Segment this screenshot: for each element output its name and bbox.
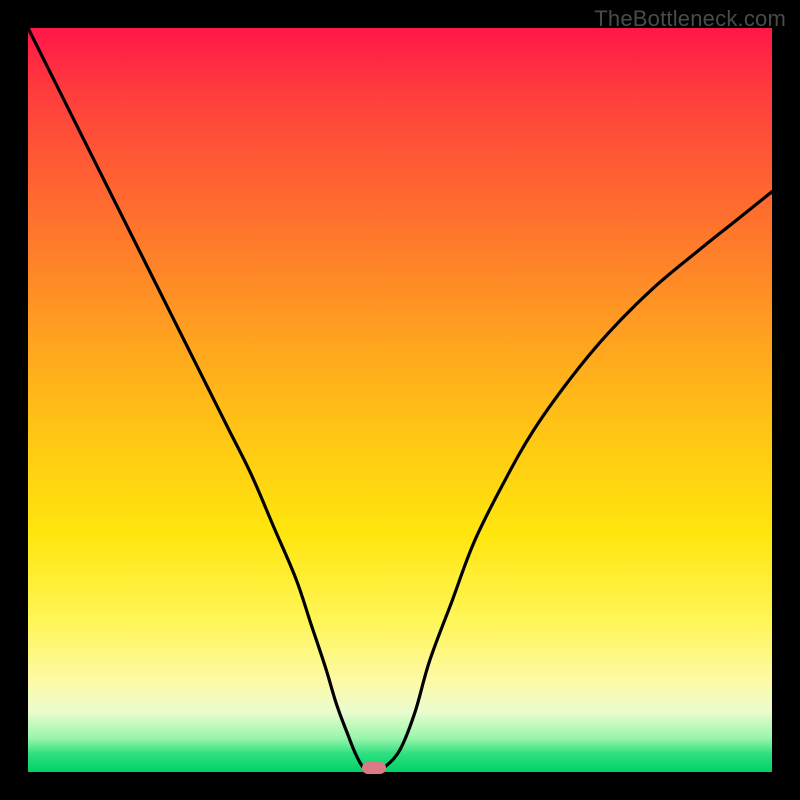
chart-frame: TheBottleneck.com <box>0 0 800 800</box>
optimum-marker <box>362 762 386 774</box>
bottleneck-curve <box>28 28 772 772</box>
watermark-text: TheBottleneck.com <box>594 6 786 32</box>
